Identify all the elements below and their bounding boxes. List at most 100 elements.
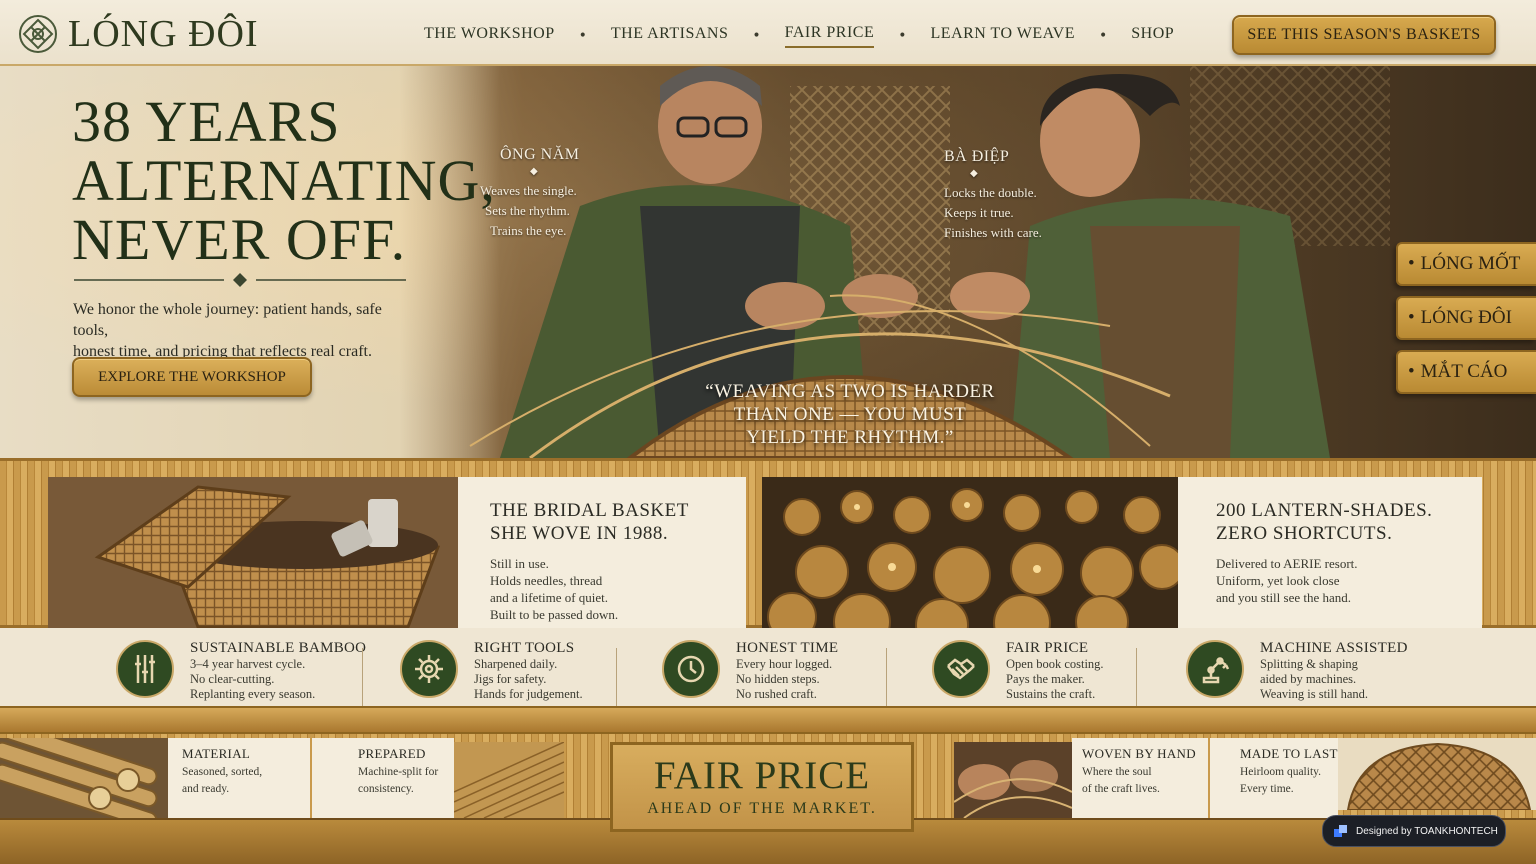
hero-title-line: ALTERNATING, [72, 148, 496, 213]
artisan-line: Finishes with care. [944, 225, 1042, 240]
nav-item-learn-to-weave[interactable]: LEARN TO WEAVE [931, 25, 1075, 47]
process-line: of the craft lives. [1082, 783, 1160, 795]
value-title: FAIR PRICE [1006, 640, 1089, 656]
side-tab-mat-cao[interactable]: • MẮT CÁO [1396, 350, 1536, 394]
divider [1136, 648, 1137, 708]
process-title: PREPARED [358, 746, 426, 761]
fair-price-banner: FAIR PRICE AHEAD OF THE MARKET. [610, 742, 914, 832]
designer-credit-badge[interactable]: Designed by TOANKHONTECH [1322, 815, 1506, 847]
divider [362, 648, 363, 708]
value-right-tools: RIGHT TOOLS Sharpened daily. Jigs for sa… [400, 640, 583, 702]
see-baskets-button[interactable]: SEE THIS SEASON'S BASKETS [1232, 15, 1496, 55]
story-body-line: and you still see the hand. [1216, 590, 1352, 605]
value-line: No clear-cutting. [190, 672, 275, 686]
side-tab-label: MẮT CÁO [1420, 361, 1508, 382]
side-tab-label: LÓNG MỐT [1420, 253, 1521, 274]
divider [886, 648, 887, 708]
process-card-prepared: PREPARED Machine-split for consistency. [312, 738, 454, 818]
hands-weaving-photo [954, 742, 1072, 818]
clock-icon [662, 640, 720, 698]
process-body: Where the soul of the craft lives. [1082, 764, 1208, 798]
site-header: LÓNG ĐÔI THE WORKSHOP • THE ARTISANS • F… [0, 0, 1536, 66]
story-card-lantern-shades: 200 LANTERN-SHADES. ZERO SHORTCUTS. Deli… [1178, 477, 1482, 629]
nav-separator: • [1099, 28, 1108, 44]
value-title: MACHINE ASSISTED [1260, 640, 1408, 656]
value-line: Weaving is still hand. [1260, 687, 1369, 701]
story-title-line: 200 LANTERN-SHADES. [1216, 500, 1433, 521]
quote-line: YIELD THE RHYTHM.” [746, 427, 954, 448]
process-title: WOVEN BY HAND [1082, 746, 1196, 761]
value-machine-assisted: MACHINE ASSISTED Splitting & shaping aid… [1186, 640, 1408, 702]
bullet-icon: • [1408, 253, 1415, 274]
bamboo-icon [116, 640, 174, 698]
value-line: Sustains the craft. [1006, 687, 1096, 701]
story-body-line: Holds needles, thread [490, 573, 603, 588]
value-line: No rushed craft. [736, 687, 817, 701]
value-line: Splitting & shaping [1260, 657, 1358, 671]
story-card-bridal-basket: THE BRIDAL BASKET SHE WOVE IN 1988. Stil… [458, 477, 746, 629]
nav-item-shop[interactable]: SHOP [1131, 25, 1174, 47]
credit-text: Designed by TOANKHONTECH [1356, 825, 1498, 837]
explore-workshop-button[interactable]: EXPLORE THE WORKSHOP [72, 357, 312, 397]
hero-body-line: We honor the whole journey: patient hand… [73, 301, 382, 339]
hero-section: 38 YEARS ALTERNATING, NEVER OFF. We hono… [0, 66, 1536, 458]
process-card-material: MATERIAL Seasoned, sorted, and ready. [168, 738, 310, 818]
value-line: Pays the maker. [1006, 672, 1085, 686]
story-body-line: Built to be passed down. [490, 607, 619, 622]
fair-price-subline: AHEAD OF THE MARKET. [647, 800, 877, 817]
nav-item-fair-price[interactable]: FAIR PRICE [784, 24, 875, 48]
nav-separator: • [752, 28, 761, 44]
process-line: consistency. [358, 783, 414, 795]
value-title: RIGHT TOOLS [474, 640, 575, 656]
woven-basket-photo [1338, 738, 1536, 810]
robot-arm-icon [1186, 640, 1244, 698]
process-title: MADE TO LAST [1240, 746, 1338, 761]
artisan-line: Locks the double. [944, 185, 1037, 200]
divider [616, 648, 617, 708]
value-line: Sharpened daily. [474, 657, 558, 671]
side-tab-long-mot[interactable]: • LÓNG MỐT [1396, 242, 1536, 286]
nav-item-workshop[interactable]: THE WORKSHOP [424, 25, 555, 47]
nav-separator: • [578, 28, 587, 44]
value-line: aided by machines. [1260, 672, 1357, 686]
value-line: Replanting every season. [190, 687, 316, 701]
side-tab-long-doi[interactable]: • LÓNG ĐÔI [1396, 296, 1536, 340]
value-line: Every hour logged. [736, 657, 833, 671]
process-line: Every time. [1240, 783, 1294, 795]
story-title-line: SHE WOVE IN 1988. [490, 523, 669, 544]
artisan-label-ba-diep: BÀ ĐIỆP ◆ Locks the double. Keeps it tru… [944, 148, 1042, 243]
story-title-line: THE BRIDAL BASKET [490, 500, 689, 521]
nav-item-artisans[interactable]: THE ARTISANS [611, 25, 729, 47]
artisan-line: Trains the eye. [490, 223, 567, 238]
brand-logo[interactable]: LÓNG ĐÔI [18, 12, 259, 56]
value-line: Open book costing. [1006, 657, 1104, 671]
story-body-line: Still in use. [490, 556, 549, 571]
artisan-name: ÔNG NĂM [500, 146, 580, 163]
hero-title: 38 YEARS ALTERNATING, NEVER OFF. [72, 92, 496, 269]
handshake-icon [932, 640, 990, 698]
process-body: Machine-split for consistency. [358, 764, 454, 798]
nav-separator: • [898, 28, 907, 44]
value-line: Jigs for safety. [474, 672, 547, 686]
artisan-name: BÀ ĐIỆP [944, 148, 1010, 165]
story-body-line: Delivered to AERIE resort. [1216, 556, 1358, 571]
side-tab-label: LÓNG ĐÔI [1420, 307, 1512, 328]
value-fair-price: FAIR PRICE Open book costing. Pays the m… [932, 640, 1104, 702]
process-line: Seasoned, sorted, [182, 766, 263, 778]
diamond-icon: ◆ [970, 168, 978, 179]
value-line: No hidden steps. [736, 672, 820, 686]
bullet-icon: • [1408, 361, 1415, 382]
bridal-basket-photo [48, 477, 458, 629]
lantern-shades-photo [762, 477, 1178, 629]
value-honest-time: HONEST TIME Every hour logged. No hidden… [662, 640, 838, 702]
story-body-line: Uniform, yet look close [1216, 573, 1340, 588]
split-bamboo-photo [454, 742, 564, 818]
artisan-line: Weaves the single. [480, 183, 577, 198]
gear-icon [400, 640, 458, 698]
value-title: SUSTAINABLE BAMBOO [190, 640, 367, 656]
value-line: 3–4 year harvest cycle. [190, 657, 306, 671]
value-line: Hands for judgement. [474, 687, 583, 701]
hero-quote: “WEAVING AS TWO IS HARDER THAN ONE — YOU… [690, 380, 1010, 449]
process-line: and ready. [182, 783, 230, 795]
artisan-label-ong-nam: ÔNG NĂM ◆ Weaves the single. Sets the rh… [480, 146, 580, 241]
